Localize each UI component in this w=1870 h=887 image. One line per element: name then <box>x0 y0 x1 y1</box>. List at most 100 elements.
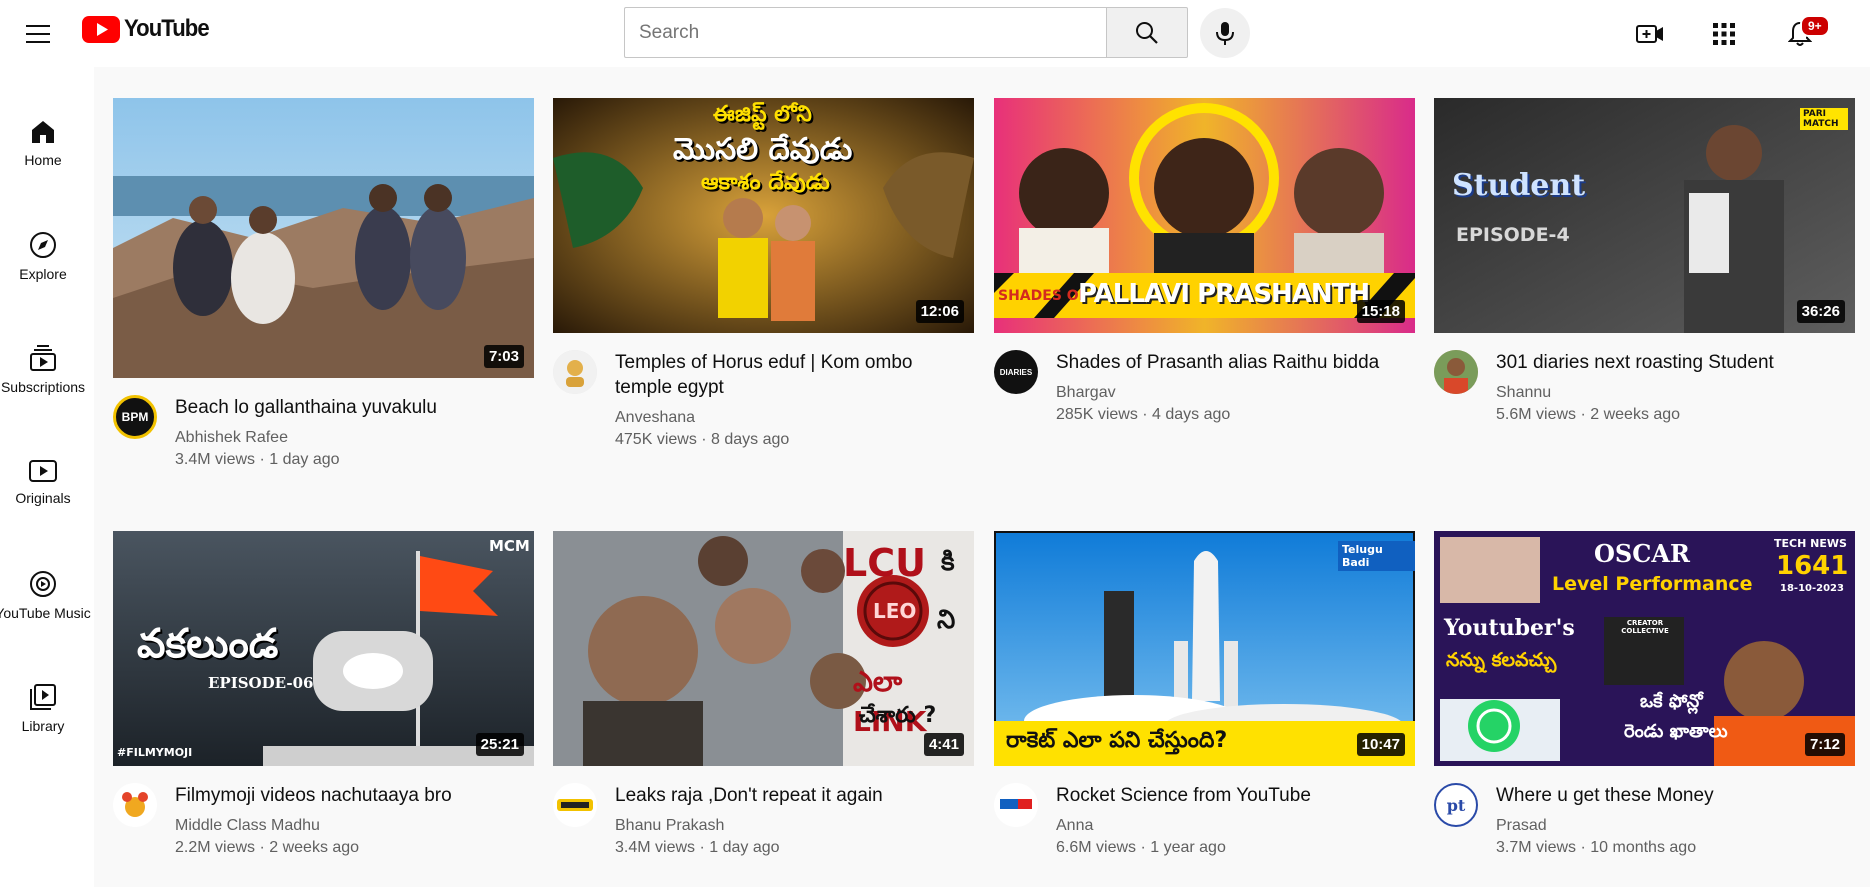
avatar-text: pt <box>1446 795 1466 815</box>
thumbnail-text: LCU <box>843 541 926 585</box>
video-thumbnail[interactable]: ఈజిప్ట్ లోని మొసలి దేవుడు ఆకాశం దేవుడు 1… <box>553 98 974 333</box>
video-meta: Leaks raja ,Don't repeat it again Bhanu … <box>553 783 974 857</box>
menu-icon[interactable] <box>20 16 56 52</box>
video-card: Student EPISODE-4 PARI MATCH 36:26 301 d… <box>1434 98 1855 424</box>
thumbnail-text: కి <box>941 547 955 577</box>
video-title[interactable]: Temples of Horus eduf | Kom ombo temple … <box>615 350 955 400</box>
channel-name[interactable]: Bhanu Prakash <box>615 817 974 835</box>
video-thumbnail[interactable]: Student EPISODE-4 PARI MATCH 36:26 <box>1434 98 1855 333</box>
subscriptions-icon <box>30 344 56 371</box>
video-title[interactable]: Leaks raja ,Don't repeat it again <box>615 783 955 808</box>
video-meta: Rocket Science from YouTube Anna 6.6M vi… <box>994 783 1415 857</box>
video-card: వకలుండ EPISODE-06 #FILMYMOJI MCM 25:21 F… <box>113 531 534 857</box>
search-button[interactable] <box>1106 7 1188 58</box>
channel-avatar[interactable]: BPM <box>113 395 157 439</box>
channel-avatar[interactable]: pt <box>1434 783 1478 827</box>
library-icon <box>30 683 56 710</box>
sidebar-item-home[interactable]: Home <box>0 93 86 193</box>
sidebar-item-label: Explore <box>19 265 67 282</box>
video-title[interactable]: Beach lo gallanthaina yuvakulu <box>175 395 515 420</box>
video-thumbnail[interactable]: Telugu Badi రాకెట్ ఎలా పని చేస్తుంది? 10… <box>994 531 1415 766</box>
thumbnail-text: TECH NEWS <box>1774 537 1847 550</box>
video-thumbnail[interactable]: LCU కి LEO ని ఎలా LINK చేశారు ? 4:41 <box>553 531 974 766</box>
channel-name[interactable]: Bhargav <box>1056 384 1415 402</box>
channel-avatar[interactable] <box>994 783 1038 827</box>
search-input[interactable] <box>624 7 1106 58</box>
video-thumbnail[interactable]: OSCAR Level Performance Youtuber's నన్ను… <box>1434 531 1855 766</box>
thumbnail-image <box>1434 98 1855 333</box>
youtube-logo[interactable]: YouTube <box>82 14 216 44</box>
thumbnail-text: ఈజిప్ట్ లోని <box>713 102 812 127</box>
video-thumbnail[interactable]: SHADES OF PALLAVI PRASHANTH 15:18 <box>994 98 1415 333</box>
thumbnail-text: 18-10-2023 <box>1780 583 1844 594</box>
apps-grid-icon <box>1713 23 1735 45</box>
thumbnail-text: వకలుండ <box>137 621 279 667</box>
video-stats: 285K views · 4 days ago <box>1056 406 1231 423</box>
channel-name[interactable]: Anveshana <box>615 409 974 427</box>
thumbnail-text: చేశారు ? <box>859 703 937 728</box>
video-duration: 12:06 <box>915 300 964 323</box>
video-duration: 7:12 <box>1804 733 1845 756</box>
originals-icon <box>29 459 57 482</box>
thumbnail-text: SHADES OF <box>998 288 1089 304</box>
channel-name[interactable]: Abhishek Rafee <box>175 429 534 447</box>
compass-icon <box>30 231 56 258</box>
video-thumbnail[interactable]: 7:03 <box>113 98 534 378</box>
video-duration: 15:18 <box>1356 300 1405 323</box>
channel-name[interactable]: Middle Class Madhu <box>175 817 534 835</box>
channel-name[interactable]: Anna <box>1056 817 1415 835</box>
video-title[interactable]: Filmymoji videos nachutaaya bro <box>175 783 515 808</box>
channel-avatar[interactable] <box>1434 350 1478 394</box>
video-card: OSCAR Level Performance Youtuber's నన్ను… <box>1434 531 1855 857</box>
video-title[interactable]: Rocket Science from YouTube <box>1056 783 1396 808</box>
video-meta: pt Where u get these Money Prasad 3.7M v… <box>1434 783 1855 857</box>
notifications-button[interactable]: 9+ <box>1780 14 1830 54</box>
video-duration: 4:41 <box>923 733 964 756</box>
apps-button[interactable] <box>1704 14 1744 54</box>
sidebar-item-label: Home <box>24 151 62 168</box>
search-bar <box>624 7 1188 58</box>
sidebar-item-library[interactable]: Library <box>0 658 86 758</box>
sidebar-item-subscriptions[interactable]: Subscriptions <box>0 319 86 419</box>
video-meta: 301 diaries next roasting Student Shannu… <box>1434 350 1855 424</box>
sidebar-item-youtube-music[interactable]: YouTube Music <box>0 545 91 645</box>
thumbnail-text: ని <box>937 605 956 635</box>
channel-name[interactable]: Prasad <box>1496 817 1855 835</box>
avatar-image <box>553 783 597 827</box>
thumbnail-text: PARI MATCH <box>1800 108 1848 130</box>
channel-avatar[interactable] <box>113 783 157 827</box>
channel-name[interactable]: Shannu <box>1496 384 1855 402</box>
channel-avatar[interactable] <box>553 350 597 394</box>
video-stats: 2.2M views · 2 weeks ago <box>175 839 360 856</box>
thumbnail-text: #FILMYMOJI <box>117 746 193 759</box>
thumbnail-text: OSCAR <box>1594 539 1690 568</box>
thumbnail-text: మొసలి దేవుడు <box>673 132 853 167</box>
create-video-button[interactable] <box>1630 14 1670 54</box>
video-title[interactable]: 301 diaries next roasting Student <box>1496 350 1836 375</box>
thumbnail-text: EPISODE-4 <box>1456 224 1570 246</box>
channel-avatar[interactable] <box>553 783 597 827</box>
create-video-icon <box>1636 25 1663 43</box>
video-stats: 475K views · 8 days ago <box>615 431 790 448</box>
avatar-image <box>1434 350 1478 394</box>
avatar-image <box>553 350 597 394</box>
thumbnail-text: Telugu Badi <box>1338 541 1415 571</box>
search-icon <box>1136 21 1158 44</box>
sidebar-item-explore[interactable]: Explore <box>0 206 86 306</box>
thumbnail-text: LEO <box>873 599 917 623</box>
video-stats: 5.6M views · 2 weeks ago <box>1496 406 1681 423</box>
video-thumbnail[interactable]: వకలుండ EPISODE-06 #FILMYMOJI MCM 25:21 <box>113 531 534 766</box>
video-title[interactable]: Where u get these Money <box>1496 783 1836 808</box>
music-icon <box>30 570 56 597</box>
video-title[interactable]: Shades of Prasanth alias Raithu bidda <box>1056 350 1396 375</box>
avatar-image <box>113 783 157 827</box>
thumbnail-text: రెండు ఖాతాలు <box>1624 721 1728 742</box>
channel-avatar[interactable]: DIARIES <box>994 350 1038 394</box>
thumbnail-text: Level Performance <box>1552 573 1753 595</box>
thumbnail-text: రాకెట్ ఎలా పని చేస్తుంది? <box>1006 728 1228 753</box>
video-meta: Filmymoji videos nachutaaya bro Middle C… <box>113 783 534 857</box>
video-card: 7:03 BPM Beach lo gallanthaina yuvakulu … <box>113 98 534 469</box>
video-card: ఈజిప్ట్ లోని మొసలి దేవుడు ఆకాశం దేవుడు 1… <box>553 98 974 449</box>
sidebar-item-originals[interactable]: Originals <box>0 432 86 532</box>
voice-search-button[interactable] <box>1200 8 1250 58</box>
